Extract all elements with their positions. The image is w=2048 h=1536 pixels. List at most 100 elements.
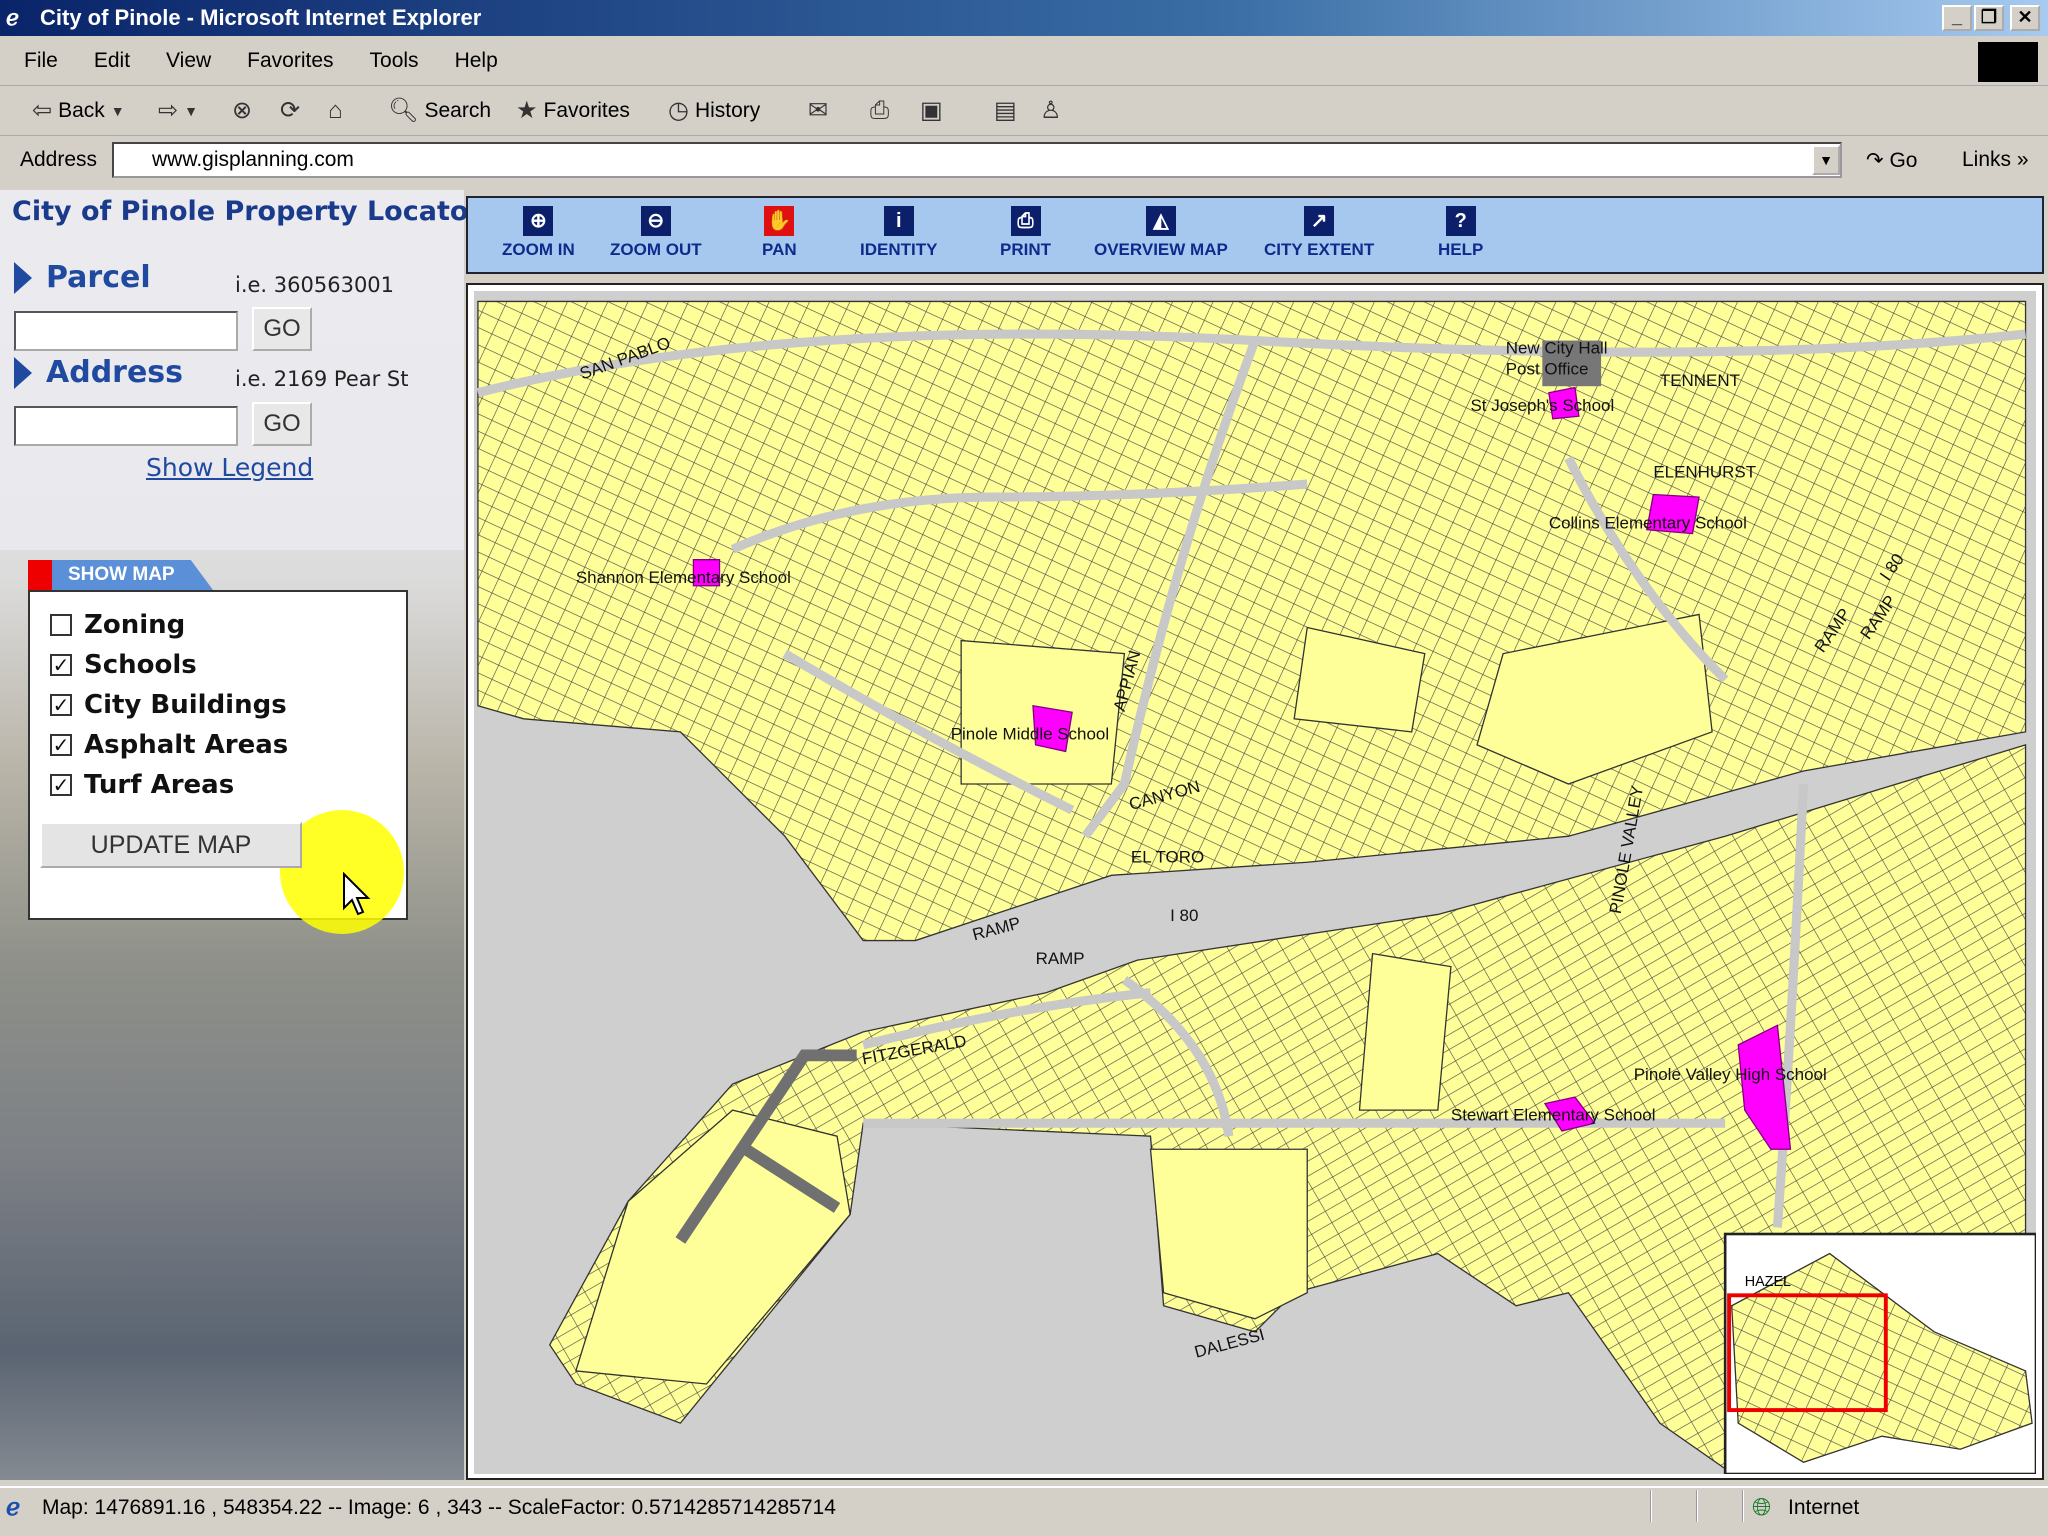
stop-button[interactable]: ⊗ <box>232 96 252 126</box>
overview-map-tool[interactable]: ◭ OVERVIEW MAP <box>1094 206 1228 260</box>
checkbox[interactable] <box>50 614 72 636</box>
edit-icon: ▣ <box>920 97 943 124</box>
label-stewart-school: Stewart Elementary School <box>1451 1106 1656 1125</box>
search-button[interactable]: 🔍︎ Search <box>388 96 491 126</box>
parcel-go-button[interactable]: GO <box>252 307 312 351</box>
layer-asphalt-areas[interactable]: ✓ Asphalt Areas <box>50 730 288 760</box>
label-pinole-middle-school: Pinole Middle School <box>951 725 1109 744</box>
globe-icon: 🌐︎ <box>1752 1494 1772 1521</box>
checkbox-checked[interactable]: ✓ <box>50 774 72 796</box>
security-zone: Internet <box>1788 1496 1860 1519</box>
print-icon: ⎙ <box>1010 206 1041 236</box>
label-post-office: Post Office <box>1506 359 1589 378</box>
home-button[interactable]: ⌂ <box>328 96 343 126</box>
overview-map[interactable]: HAZEL <box>1723 1232 2036 1474</box>
restore-button[interactable]: ❐ <box>1974 5 2004 31</box>
messenger-icon: ♙ <box>1040 97 1062 124</box>
extent-icon: ↗ <box>1304 206 1335 236</box>
label-st-joseph: St Joseph's School <box>1470 396 1614 415</box>
minimize-button[interactable]: _ <box>1942 5 1972 31</box>
menu-view[interactable]: View <box>166 49 211 72</box>
overview-label: HAZEL <box>1745 1274 1791 1290</box>
help-tool[interactable]: ? HELP <box>1438 206 1483 260</box>
print-tool[interactable]: ⎙ PRINT <box>1000 206 1051 260</box>
browser-toolbar: ⇦ Back ▼ ⇨ ▼ ⊗ ⟳ ⌂ 🔍︎ Search ★ Favorites ◷ His… <box>0 86 2048 136</box>
favorites-button[interactable]: ★ Favorites <box>516 96 630 126</box>
address-arrow-icon <box>14 357 32 389</box>
pan-tool[interactable]: ✋ PAN <box>762 206 797 260</box>
close-button[interactable]: ✕ <box>2010 5 2040 31</box>
menu-edit[interactable]: Edit <box>94 49 130 72</box>
menu-tools[interactable]: Tools <box>370 49 419 72</box>
label-ramp: RAMP <box>1036 949 1085 968</box>
show-map-tab[interactable]: SHOW MAP <box>28 560 213 590</box>
window-title-bar: ℯ City of Pinole - Microsoft Internet Ex… <box>0 0 2048 36</box>
history-button[interactable]: ◷ History <box>668 96 760 126</box>
mouse-cursor-icon <box>343 872 371 916</box>
parcel-arrow-icon <box>14 262 32 294</box>
zoom-out-tool[interactable]: ⊖ ZOOM OUT <box>610 206 702 260</box>
chevron-down-icon: ▼ <box>110 103 125 119</box>
address-go-button[interactable]: GO <box>252 402 312 446</box>
checkbox-checked[interactable]: ✓ <box>50 694 72 716</box>
status-bar: ℯ Map: 1476891.16 , 548354.22 -- Image: … <box>0 1486 2048 1526</box>
back-button[interactable]: ⇦ Back ▼ <box>32 96 125 126</box>
links-button[interactable]: Links » <box>1962 148 2029 172</box>
hand-icon: ✋ <box>764 206 795 236</box>
checkbox-checked[interactable]: ✓ <box>50 734 72 756</box>
ie-icon: ℯ <box>6 5 20 30</box>
label-city-hall: New City Hall <box>1506 339 1608 358</box>
help-icon: ? <box>1445 206 1476 236</box>
messenger-button[interactable]: ♙ <box>1040 96 1062 126</box>
refresh-button[interactable]: ⟳ <box>280 96 300 126</box>
label-street: TENNENT <box>1660 371 1740 390</box>
checkbox-checked[interactable]: ✓ <box>50 654 72 676</box>
info-icon: i <box>883 206 914 236</box>
layer-zoning[interactable]: Zoning <box>50 610 185 640</box>
label-street: ELENHURST <box>1653 463 1756 482</box>
address-dropdown-icon[interactable]: ▼ <box>1812 145 1840 175</box>
windows-logo-icon <box>1978 42 2038 82</box>
show-legend-link[interactable]: Show Legend <box>146 453 313 482</box>
zoom-out-icon: ⊖ <box>640 206 671 236</box>
parcel-input[interactable] <box>14 311 238 351</box>
update-map-button[interactable]: UPDATE MAP <box>40 822 302 868</box>
address-input[interactable]: www.gisplanning.com <box>112 142 1842 178</box>
mail-button[interactable]: ✉ <box>808 96 828 126</box>
chevron-down-icon: ▼ <box>184 103 198 119</box>
identity-tool[interactable]: i IDENTITY <box>860 206 937 260</box>
forward-button[interactable]: ⇨ ▼ <box>158 96 198 126</box>
menu-help[interactable]: Help <box>455 49 498 72</box>
app-title: City of Pinole Property Locator <box>12 196 482 227</box>
refresh-icon: ⟳ <box>280 97 301 124</box>
edit-button[interactable]: ▣ <box>920 96 943 126</box>
address-search-label: Address <box>46 355 184 390</box>
stop-icon: ⊗ <box>232 97 253 124</box>
address-label: Address <box>20 148 98 171</box>
menu-file[interactable]: File <box>24 49 58 72</box>
address-search-input[interactable] <box>14 406 238 446</box>
layer-city-buildings[interactable]: ✓ City Buildings <box>50 690 287 720</box>
discuss-icon: ▤ <box>994 97 1017 124</box>
city-extent-tool[interactable]: ↗ CITY EXTENT <box>1264 206 1374 260</box>
go-button[interactable]: ↷ Go <box>1866 148 1917 173</box>
status-text: Map: 1476891.16 , 548354.22 -- Image: 6 … <box>42 1496 836 1519</box>
menu-favorites[interactable]: Favorites <box>247 49 333 72</box>
search-icon: 🔍︎ <box>388 97 419 124</box>
discuss-button[interactable]: ▤ <box>994 96 1017 126</box>
label-street: EL TORO <box>1131 847 1204 866</box>
address-hint: i.e. 2169 Pear St <box>235 367 409 391</box>
window-title: City of Pinole - Microsoft Internet Expl… <box>40 5 482 30</box>
overview-icon: ◭ <box>1145 206 1176 236</box>
layer-turf-areas[interactable]: ✓ Turf Areas <box>50 770 234 800</box>
zoom-in-tool[interactable]: ⊕ ZOOM IN <box>502 206 575 260</box>
print-button[interactable]: ⎙ <box>870 96 889 126</box>
map-frame: Shannon Elementary School Pinole Middle … <box>466 283 2044 1480</box>
mail-icon: ✉ <box>808 97 829 124</box>
history-icon: ◷ <box>668 97 689 124</box>
parcel-map[interactable]: Shannon Elementary School Pinole Middle … <box>474 291 2036 1474</box>
printer-icon: ⎙ <box>870 97 890 124</box>
back-arrow-icon: ⇦ <box>32 97 53 124</box>
zoom-in-icon: ⊕ <box>523 206 554 236</box>
layer-schools[interactable]: ✓ Schools <box>50 650 197 680</box>
